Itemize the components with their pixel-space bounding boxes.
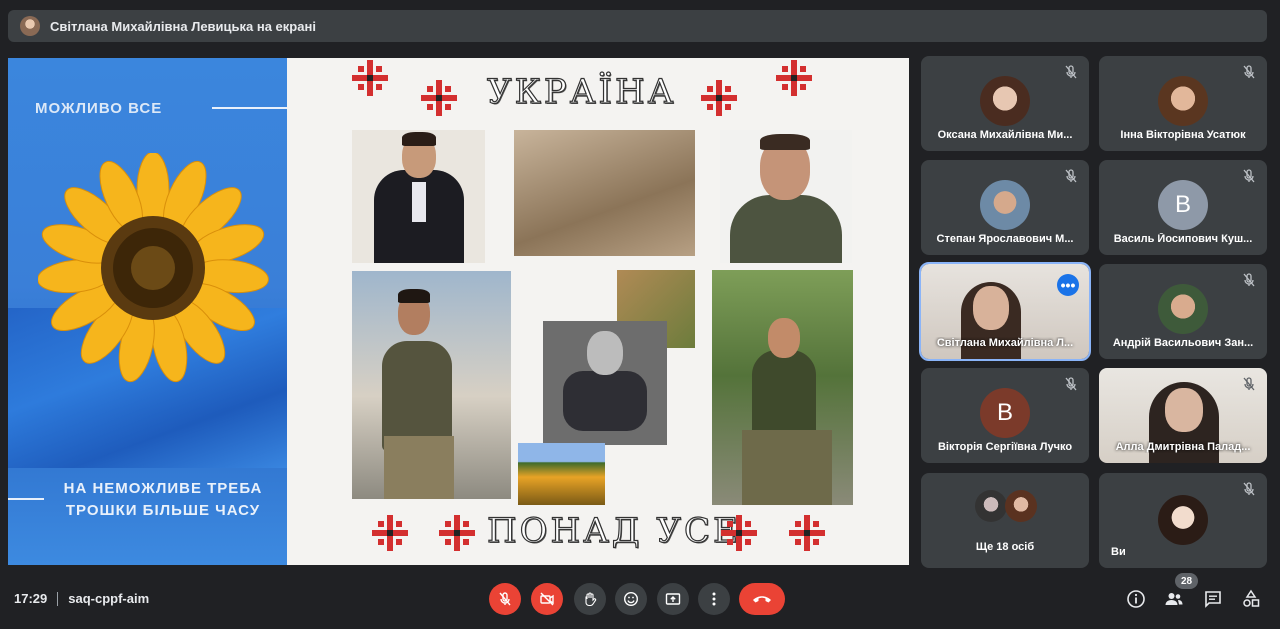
- participant-name: Ви: [1111, 546, 1126, 558]
- clock-time: 17:29: [14, 591, 48, 606]
- photo-man-in-suit: [352, 130, 485, 263]
- chat-icon: [1205, 591, 1221, 608]
- camera-off-icon: [540, 592, 554, 606]
- participant-tile[interactable]: В Вікторія Сергіївна Лучко: [921, 368, 1089, 463]
- hand-icon: [585, 592, 597, 607]
- participant-count-badge: 28: [1175, 573, 1199, 589]
- leave-call-button[interactable]: [739, 583, 785, 615]
- photo-sunflower-field: [518, 443, 605, 505]
- participant-tile[interactable]: Андрій Васильович Зан...: [1099, 264, 1267, 359]
- sunflower-image: [38, 153, 269, 383]
- present-icon: [665, 593, 681, 605]
- participant-tile[interactable]: Інна Вікторівна Усатюк: [1099, 56, 1267, 151]
- participant-name: Василь Йосипович Куш...: [1113, 233, 1253, 245]
- present-screen-button[interactable]: [657, 583, 689, 615]
- participant-name: Оксана Михайлівна Ми...: [937, 129, 1073, 141]
- avatar: [1005, 490, 1037, 522]
- presenter-label: Світлана Михайлівна Левицька на екрані: [50, 18, 316, 34]
- microphone-toggle-button[interactable]: [489, 583, 521, 615]
- presenting-banner: Світлана Михайлівна Левицька на екрані: [8, 10, 1267, 42]
- shared-screen: МОЖЛИВО ВСЕ НА НЕМОЖЛИВЕ ТРЕБА ТРОШКИ БІ…: [8, 58, 909, 565]
- photo-runner-bw: [543, 321, 667, 445]
- camera-toggle-button[interactable]: [531, 583, 563, 615]
- meeting-code: saq-cppf-aim: [68, 591, 150, 606]
- end-call-icon: [753, 596, 771, 603]
- embroidery-ornament-icon: [701, 80, 737, 116]
- participant-tile-others[interactable]: Ще 18 осіб: [921, 473, 1089, 568]
- avatar: В: [1158, 180, 1208, 230]
- presenter-avatar: [20, 16, 40, 36]
- avatar: [1158, 495, 1208, 545]
- chat-button[interactable]: [1202, 588, 1224, 610]
- participant-name: Степан Ярославович М...: [936, 233, 1074, 245]
- slide-title: УКРАЇНА: [486, 71, 677, 112]
- slide-collage: УКРАЇНА ПОНАД УСЕ: [287, 58, 909, 565]
- avatar: [975, 490, 1007, 522]
- participant-tile[interactable]: Степан Ярославович М...: [921, 160, 1089, 255]
- mic-off-icon: [1243, 65, 1255, 79]
- embroidery-ornament-icon: [372, 515, 408, 551]
- participant-name: Світлана Михайлівна Л...: [936, 337, 1074, 349]
- participant-name: Ще 18 осіб: [975, 541, 1035, 553]
- participant-name: Інна Вікторівна Усатюк: [1120, 129, 1246, 141]
- meeting-details-button[interactable]: [1125, 588, 1147, 610]
- more-options-button[interactable]: •••: [1057, 274, 1079, 296]
- embroidery-ornament-icon: [721, 515, 757, 551]
- slide-left-top-text: МОЖЛИВО ВСЕ: [35, 100, 163, 117]
- avatar: В: [980, 388, 1030, 438]
- mic-off-icon: [1243, 482, 1255, 496]
- slide-left-bottom-text: НА НЕМОЖЛИВЕ ТРЕБА ТРОШКИ БІЛЬШЕ ЧАСУ: [63, 480, 263, 519]
- more-vertical-icon: [712, 592, 716, 606]
- avatar: [980, 76, 1030, 126]
- people-button[interactable]: [1163, 588, 1185, 610]
- embroidery-ornament-icon: [789, 515, 825, 551]
- mic-off-icon: [499, 592, 511, 606]
- people-icon: [1165, 593, 1183, 605]
- participant-tile[interactable]: Оксана Михайлівна Ми...: [921, 56, 1089, 151]
- smiley-icon: [623, 591, 639, 607]
- shapes-icon: [1243, 589, 1260, 607]
- participant-tile[interactable]: В Василь Йосипович Куш...: [1099, 160, 1267, 255]
- mic-off-icon: [1243, 377, 1255, 391]
- mic-off-icon: [1065, 169, 1077, 183]
- photo-soldier-standing: [352, 271, 511, 499]
- more-options-button[interactable]: [698, 583, 730, 615]
- embroidery-ornament-icon: [421, 80, 457, 116]
- slide-subtitle: ПОНАД УСЕ: [486, 510, 741, 551]
- embroidery-ornament-icon: [352, 60, 388, 96]
- mic-off-icon: [1243, 169, 1255, 183]
- avatar: [980, 180, 1030, 230]
- participant-name: Андрій Васильович Зан...: [1112, 337, 1254, 349]
- slide-left-panel: МОЖЛИВО ВСЕ НА НЕМОЖЛИВЕ ТРЕБА ТРОШКИ БІ…: [8, 58, 287, 565]
- participant-tile-active-speaker[interactable]: ••• Світлана Михайлівна Л...: [919, 262, 1091, 361]
- participant-name: Вікторія Сергіївна Лучко: [937, 441, 1073, 453]
- embroidery-ornament-icon: [439, 515, 475, 551]
- photo-soldier-portrait: [720, 130, 852, 263]
- mic-off-icon: [1065, 65, 1077, 79]
- participant-tile[interactable]: Алла Дмитрівна Палад...: [1099, 368, 1267, 463]
- reactions-button[interactable]: [615, 583, 647, 615]
- embroidery-ornament-icon: [776, 60, 812, 96]
- photo-soldier-sitting: [712, 270, 853, 505]
- photo-wheat-field: [514, 130, 695, 256]
- avatar: [1158, 284, 1208, 334]
- mic-off-icon: [1065, 377, 1077, 391]
- mic-off-icon: [1243, 273, 1255, 287]
- raise-hand-button[interactable]: [574, 583, 606, 615]
- meeting-info: 17:29 saq-cppf-aim: [14, 591, 149, 606]
- avatar: [1158, 76, 1208, 126]
- info-icon: [1127, 590, 1145, 608]
- activities-button[interactable]: [1240, 588, 1262, 610]
- participant-tile-self[interactable]: Ви: [1099, 473, 1267, 568]
- participant-name: Алла Дмитрівна Палад...: [1115, 441, 1251, 453]
